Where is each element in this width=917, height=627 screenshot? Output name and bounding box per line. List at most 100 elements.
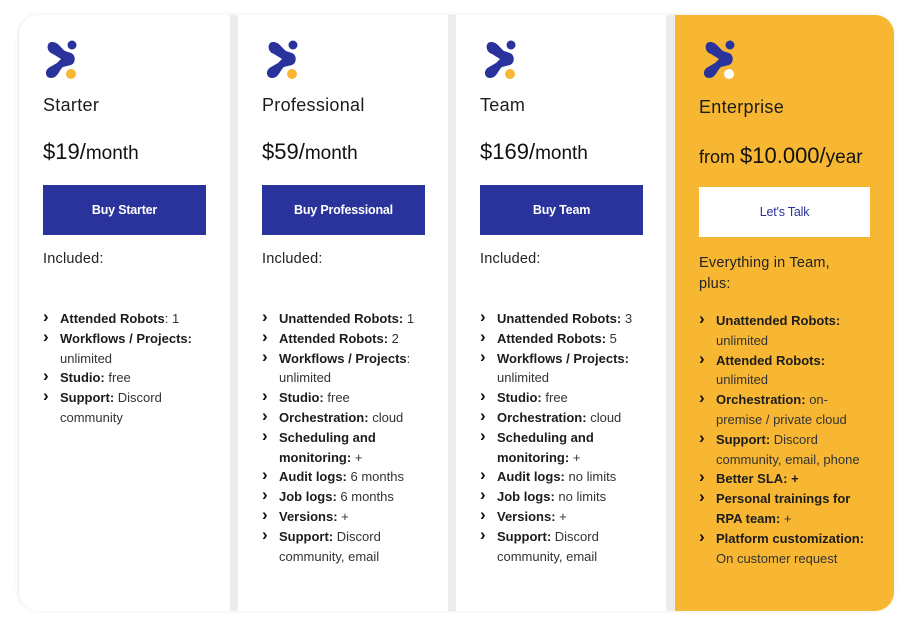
chevron-right-icon: › bbox=[262, 425, 268, 445]
chevron-right-icon: › bbox=[262, 485, 268, 505]
included-label: Included: bbox=[480, 251, 541, 267]
feature-label: Attended Robots: bbox=[279, 330, 389, 346]
feature-item: › Scheduling and monitoring: + bbox=[480, 426, 650, 468]
feature-value: unlimited bbox=[716, 372, 769, 388]
chevron-right-icon: › bbox=[43, 326, 49, 346]
price-unit: month bbox=[535, 143, 588, 164]
feature-list: › Unattended Robots: 3 › Attended Robots: 5… bbox=[480, 307, 650, 566]
feature-label: Orchestration: bbox=[716, 392, 806, 408]
feature-label: Support: bbox=[60, 390, 115, 406]
feature-value: unlimited bbox=[497, 370, 550, 386]
feature-item: › Workflows / Projects: unlimited bbox=[262, 346, 432, 389]
feature-list: › Unattended Robots: unlimited › Attended R… bbox=[699, 309, 874, 569]
feature-value: 6 months bbox=[350, 469, 404, 485]
feature-label: Unattended Robots: bbox=[716, 313, 841, 328]
plan-name: Professional bbox=[262, 95, 365, 115]
price-prefix: from bbox=[699, 147, 741, 167]
chevron-right-icon: › bbox=[480, 405, 486, 425]
feature-item: › Job logs: 6 months bbox=[262, 485, 432, 507]
feature-label: Audit logs: bbox=[279, 469, 347, 485]
chevron-right-icon: › bbox=[480, 386, 486, 406]
plan-card-starter: Starter $19/month Buy Starter Included: … bbox=[19, 15, 230, 611]
feature-item: › Workflows / Projects: unlimited bbox=[480, 346, 650, 389]
feature-item: › Personal trainings for RPA team: + bbox=[699, 487, 874, 529]
feature-item: › Studio: free bbox=[480, 386, 650, 408]
feature-value: free bbox=[108, 370, 131, 386]
chevron-right-icon: › bbox=[699, 467, 705, 487]
feature-value: unlimited bbox=[279, 370, 332, 386]
feature-value: 6 months bbox=[340, 489, 394, 505]
feature-item: › Platform customization: On customer req… bbox=[699, 527, 874, 569]
price-amount: $10.000/ bbox=[740, 143, 826, 168]
feature-item: › Support: Discord community, email bbox=[262, 525, 432, 567]
feature-item: › Orchestration: cloud bbox=[480, 405, 650, 428]
chevron-right-icon: › bbox=[43, 386, 49, 406]
feature-item: › Orchestration: on-premise / private clo… bbox=[699, 388, 874, 430]
plan-price: $59/month bbox=[262, 139, 358, 165]
buy-professional-button[interactable]: Buy Professional bbox=[262, 185, 425, 235]
chevron-right-icon: › bbox=[480, 346, 486, 366]
buy-starter-button[interactable]: Buy Starter bbox=[43, 185, 206, 235]
feature-item: › Job logs: no limits bbox=[480, 485, 650, 507]
feature-value: On customer request bbox=[716, 550, 838, 566]
feature-item: › Better SLA: + bbox=[699, 467, 874, 489]
feature-item: › Attended Robots: unlimited bbox=[699, 348, 874, 391]
feature-label: Job logs: bbox=[497, 489, 555, 505]
feature-value: unlimited bbox=[60, 350, 113, 366]
feature-value: no limits bbox=[558, 489, 607, 505]
feature-item: › Workflows / Projects: unlimited bbox=[43, 326, 213, 369]
feature-label: Orchestration: bbox=[279, 409, 369, 425]
feature-item: › Unattended Robots: 3 bbox=[480, 307, 650, 329]
included-label: Everything in Team, plus: bbox=[699, 255, 830, 292]
feature-value: + bbox=[783, 510, 792, 526]
feature-item: › Attended Robots: 5 bbox=[480, 326, 650, 349]
plan-price: $169/month bbox=[480, 139, 588, 165]
feature-label: Attended Robots: bbox=[497, 330, 607, 346]
feature-item: › Unattended Robots: unlimited bbox=[699, 309, 874, 351]
feature-label: Attended Robots: bbox=[716, 352, 826, 368]
chevron-right-icon: › bbox=[43, 366, 49, 386]
feature-label: Unattended Robots: bbox=[279, 311, 404, 326]
chevron-right-icon: › bbox=[480, 524, 486, 544]
lets-talk-button[interactable]: Let's Talk bbox=[699, 187, 870, 237]
feature-value: 3 bbox=[624, 311, 633, 326]
feature-item: › Unattended Robots: 1 bbox=[262, 307, 432, 329]
chevron-right-icon: › bbox=[262, 326, 268, 346]
feature-value: 1 bbox=[171, 311, 180, 326]
chevron-right-icon: › bbox=[699, 487, 705, 507]
feature-item: › Attended Robots: 1 bbox=[43, 307, 213, 329]
feature-label: Studio: bbox=[60, 370, 105, 386]
feature-label: Better SLA: + bbox=[716, 471, 799, 487]
feature-value: 1 bbox=[406, 311, 415, 326]
buy-team-button[interactable]: Buy Team bbox=[480, 185, 643, 235]
price-amount: $19/ bbox=[43, 139, 86, 164]
feature-list: › Unattended Robots: 1 › Attended Robots: 2… bbox=[262, 307, 432, 567]
robot-dots-logo-icon bbox=[703, 40, 735, 79]
plan-card-team: Team $169/month Buy Team Included: › Unat… bbox=[456, 15, 666, 611]
plan-price: from $10.000/year bbox=[699, 143, 863, 169]
chevron-right-icon: › bbox=[262, 386, 268, 406]
feature-item: › Studio: free bbox=[43, 366, 213, 388]
feature-value: no limits bbox=[568, 469, 617, 485]
feature-label: Job logs: bbox=[279, 489, 337, 505]
feature-label: Unattended Robots: bbox=[497, 311, 622, 326]
plan-name: Starter bbox=[43, 95, 100, 115]
chevron-right-icon: › bbox=[480, 504, 486, 524]
chevron-right-icon: › bbox=[262, 346, 268, 366]
feature-label: Platform customization: bbox=[716, 530, 865, 546]
feature-item: › Scheduling and monitoring: + bbox=[262, 425, 432, 468]
plan-card-enterprise: Enterprise from $10.000/year Let's Talk … bbox=[675, 15, 894, 611]
chevron-right-icon: › bbox=[699, 348, 705, 368]
price-unit: month bbox=[304, 143, 358, 164]
feature-value: + bbox=[354, 449, 363, 465]
feature-separator: : bbox=[164, 311, 172, 326]
feature-value: 2 bbox=[391, 330, 399, 346]
included-label: Included: bbox=[43, 251, 104, 267]
feature-item: › Versions: + bbox=[480, 504, 650, 527]
feature-label: Workflows / Projects bbox=[279, 350, 407, 366]
chevron-right-icon: › bbox=[480, 307, 486, 326]
price-amount: $169/ bbox=[480, 139, 536, 164]
price-amount: $59/ bbox=[262, 139, 305, 164]
feature-value: free bbox=[327, 390, 350, 406]
chevron-right-icon: › bbox=[480, 326, 486, 346]
